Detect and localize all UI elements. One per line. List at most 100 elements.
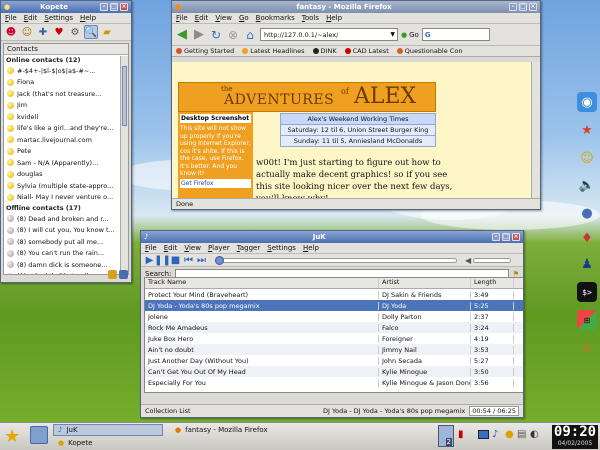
- stop-icon[interactable]: ■: [170, 255, 181, 266]
- close-button[interactable]: ×: [120, 3, 128, 11]
- tray-monitor-icon[interactable]: [478, 430, 489, 439]
- contact-item[interactable]: Sam - N/A (Apparently)...♦: [4, 157, 128, 169]
- bookmark-getting-started[interactable]: Getting Started: [176, 47, 234, 55]
- menu-bookmarks[interactable]: Bookmarks: [256, 14, 295, 22]
- menu-file[interactable]: File: [145, 244, 157, 252]
- contact-item[interactable]: Jim♦: [4, 100, 128, 112]
- reload-icon[interactable]: ↻: [209, 28, 223, 42]
- bookmark-questionable-con[interactable]: Questionable Con: [396, 47, 462, 55]
- tray-music-icon[interactable]: ♪: [492, 429, 498, 440]
- back-icon[interactable]: ◀: [175, 27, 189, 42]
- juk-window[interactable]: ♪ JuK – □ × File Edit View Player Tagger…: [140, 230, 524, 418]
- table-row[interactable]: Especially For You Kylie Minogue & Jason …: [145, 377, 523, 388]
- show-desktop-icon[interactable]: [30, 426, 48, 444]
- menu-tools[interactable]: Tools: [302, 14, 319, 22]
- web-page[interactable]: the Adventures of ALEX Desktop Screensho…: [172, 62, 540, 198]
- contact-item[interactable]: Niall- May I never venture o...♦: [4, 192, 128, 204]
- offline-group[interactable]: Offline contacts (17): [4, 203, 128, 213]
- forward-icon[interactable]: ▶: [192, 27, 206, 42]
- contact-item[interactable]: (8) damn dick is someone...♦: [4, 259, 128, 271]
- tray-clipboard-icon[interactable]: ▤: [517, 429, 526, 440]
- contact-item[interactable]: #-$4+-|$l-$|o$|a$-#~...♦: [4, 65, 128, 77]
- maximize-button[interactable]: □: [502, 233, 510, 241]
- page-scrollbar[interactable]: [531, 62, 540, 198]
- menu-help[interactable]: Help: [303, 244, 319, 252]
- minimize-button[interactable]: –: [100, 3, 108, 11]
- scrollbar[interactable]: [120, 56, 128, 274]
- contact-item[interactable]: Fiona♦: [4, 77, 128, 89]
- task-kopete[interactable]: ● Kopete: [53, 437, 163, 449]
- column-length[interactable]: Length: [471, 278, 514, 288]
- pager[interactable]: 2: [438, 425, 454, 447]
- maximize-button[interactable]: □: [519, 3, 527, 11]
- games-icon[interactable]: ♦: [577, 228, 597, 248]
- menu-settings[interactable]: Settings: [267, 244, 296, 252]
- kopete-window[interactable]: ● Kopete – □ × File Edit Settings Help ☻…: [0, 0, 132, 283]
- previous-icon[interactable]: ⏮: [183, 255, 194, 266]
- table-row[interactable]: Ain't no doubt Jimmy Nail 3:53: [145, 344, 523, 355]
- minimize-button[interactable]: –: [492, 233, 500, 241]
- speaker-icon[interactable]: 🔈: [577, 175, 597, 195]
- column-artist[interactable]: Artist: [379, 278, 471, 288]
- menu-view[interactable]: View: [215, 14, 232, 22]
- url-field[interactable]: http://127.0.0.1/~alex/ ▼: [260, 28, 398, 41]
- table-row[interactable]: Jolene Dolly Parton 2:37: [145, 311, 523, 322]
- contact-item[interactable]: Pete♦: [4, 146, 128, 158]
- table-row[interactable]: Protect Your Mind (Braveheart) DJ Sakin &…: [145, 289, 523, 300]
- menu-settings[interactable]: Settings: [44, 14, 73, 22]
- person-icon[interactable]: [119, 270, 128, 279]
- kmenu-icon[interactable]: ★: [4, 426, 20, 447]
- bookmark-latest-headlines[interactable]: Latest Headlines: [242, 47, 305, 55]
- stop-icon[interactable]: ⊗: [226, 28, 240, 42]
- task-juk[interactable]: ♪ JuK: [53, 424, 163, 436]
- pause-icon[interactable]: ❚❚: [154, 255, 171, 266]
- menu-edit[interactable]: Edit: [24, 14, 38, 22]
- juk-titlebar[interactable]: ♪ JuK – □ ×: [141, 231, 523, 243]
- menu-help[interactable]: Help: [326, 14, 342, 22]
- volume-slider[interactable]: [473, 257, 512, 263]
- dropdown-icon[interactable]: ▼: [390, 31, 397, 38]
- away-icon[interactable]: ♥: [52, 25, 66, 39]
- table-row[interactable]: Rock Me Amadeus Falco 3:24: [145, 322, 523, 333]
- folder-icon[interactable]: ▰: [100, 25, 114, 39]
- online-group[interactable]: Online contacts (12): [4, 55, 128, 65]
- contact-item[interactable]: (8) You can't run the rain...♦: [4, 248, 128, 260]
- kopete-titlebar[interactable]: ● Kopete – □ ×: [1, 1, 131, 13]
- next-icon[interactable]: ⏭: [196, 255, 207, 266]
- menu-go[interactable]: Go: [239, 14, 249, 22]
- search-icon[interactable]: 🔍: [84, 25, 98, 39]
- mixer-icon[interactable]: ▮: [458, 429, 464, 440]
- bookmark-dink[interactable]: DINK: [312, 47, 337, 55]
- contact-item[interactable]: life's like a girl...and they're...♦: [4, 123, 128, 135]
- contact-item[interactable]: kvidell♦: [4, 111, 128, 123]
- contact-item[interactable]: (8) somebody put all me...♦: [4, 236, 128, 248]
- slider-handle[interactable]: [215, 255, 224, 265]
- home-icon[interactable]: ⌂: [243, 28, 257, 42]
- menu-view[interactable]: View: [184, 244, 201, 252]
- clock[interactable]: 09:20 04/02/2005: [552, 425, 598, 449]
- contact-item[interactable]: (8) I will cut you, You know t...♦: [4, 225, 128, 237]
- table-row[interactable]: Juke Box Hero Foreigner 4:19: [145, 333, 523, 344]
- firefox-titlebar[interactable]: ● fantasy - Mozilla Firefox – □ ×: [172, 1, 540, 13]
- search-field[interactable]: G: [421, 28, 490, 41]
- menu-player[interactable]: Player: [208, 244, 230, 252]
- scrollbar-thumb[interactable]: [122, 66, 127, 126]
- add-contact-icon[interactable]: ✚: [36, 25, 50, 39]
- network-icon[interactable]: ◉: [577, 92, 597, 112]
- pager-desktop[interactable]: 2: [445, 438, 452, 446]
- star-icon[interactable]: ★: [577, 120, 597, 140]
- table-row[interactable]: DJ Yoda - Yoda's 80s pop megamix DJ Yoda 5…: [145, 300, 523, 311]
- tray-network-icon[interactable]: ◐: [530, 429, 539, 440]
- menu-help[interactable]: Help: [80, 14, 96, 22]
- contact-item[interactable]: (8) Dead and broken and r...♦: [4, 213, 128, 225]
- close-button[interactable]: ×: [529, 3, 537, 11]
- menu-file[interactable]: File: [5, 14, 17, 22]
- terminal-icon[interactable]: $>: [577, 282, 597, 302]
- user-icon[interactable]: ♟: [577, 254, 597, 274]
- contact-item[interactable]: Sylvia (multiple state-appro...♦: [4, 180, 128, 192]
- windows-icon[interactable]: ⊞: [577, 310, 597, 330]
- tray-chat-icon[interactable]: ●: [505, 429, 514, 440]
- get-firefox-link[interactable]: Get Firefox: [180, 178, 251, 188]
- position-slider[interactable]: [215, 255, 457, 265]
- close-button[interactable]: ×: [512, 233, 520, 241]
